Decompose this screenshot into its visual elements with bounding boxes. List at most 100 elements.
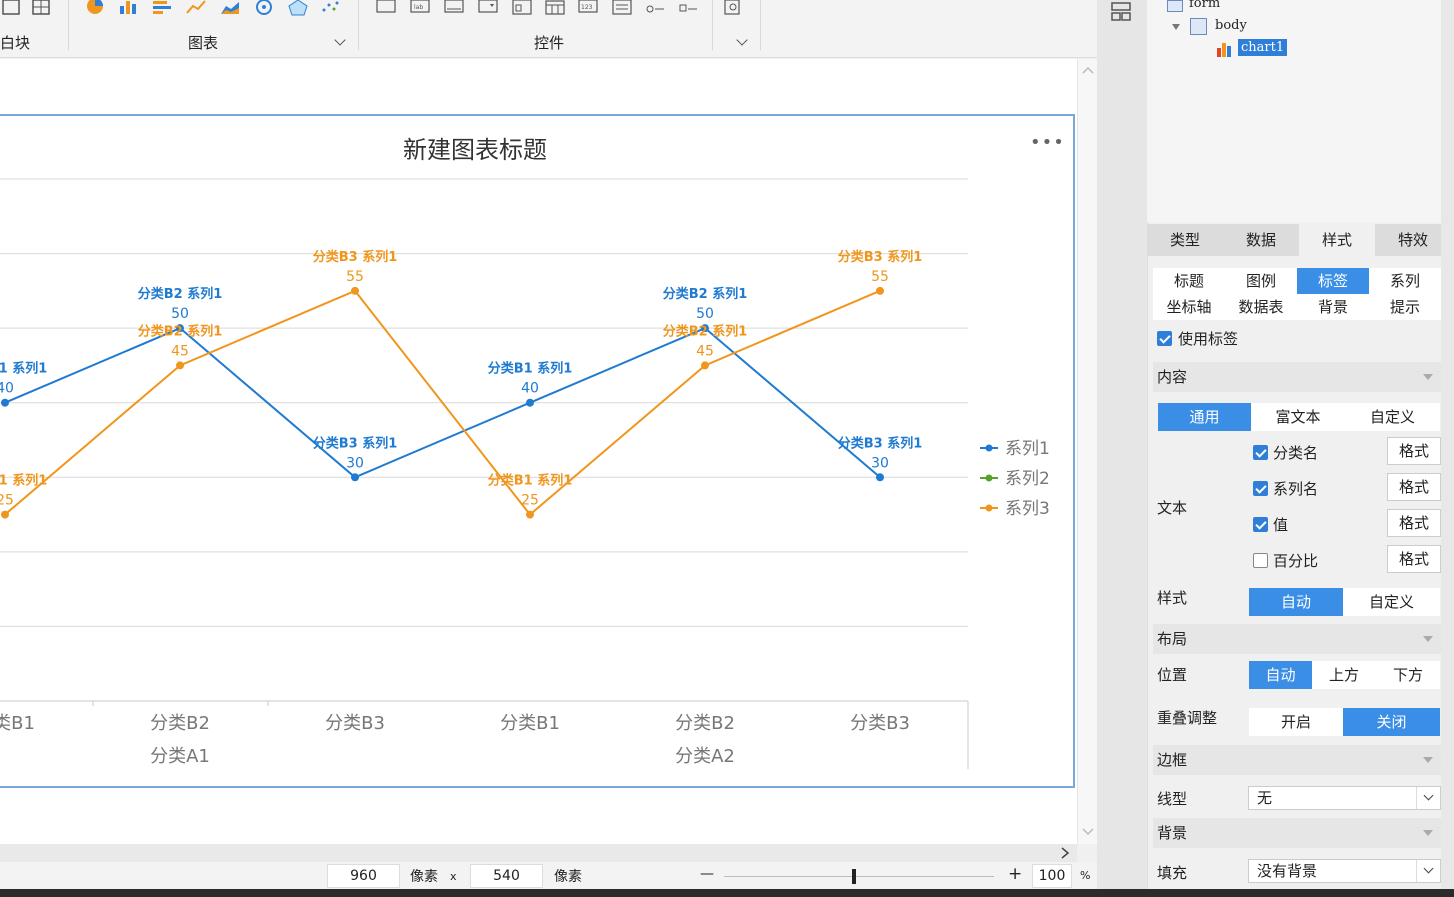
gauge-icon[interactable]	[254, 0, 274, 16]
value-checkbox[interactable]	[1253, 517, 1268, 532]
pie-chart-icon[interactable]	[85, 0, 105, 16]
linetype-select[interactable]: 无	[1248, 786, 1441, 810]
tab-data[interactable]: 数据	[1223, 224, 1299, 256]
tab-type[interactable]: 类型	[1147, 224, 1223, 256]
line-chart-icon[interactable]	[186, 0, 206, 16]
scroll-right-icon[interactable]	[1058, 846, 1072, 860]
tree-node-chart[interactable]: chart1	[1238, 39, 1288, 56]
panel-scrollbar[interactable]	[1441, 0, 1454, 889]
zoom-in-button[interactable]: +	[1008, 864, 1022, 884]
textbox-control-icon[interactable]	[444, 0, 464, 16]
overlap-off[interactable]: 关闭	[1343, 708, 1440, 736]
layout-icon[interactable]	[1111, 2, 1133, 22]
category-format-button[interactable]: 格式	[1387, 437, 1441, 465]
canvas-width-input[interactable]: 960	[327, 864, 400, 888]
fill-select[interactable]: 没有背景	[1248, 859, 1441, 883]
zoom-out-button[interactable]: —	[700, 866, 714, 882]
subtab-background[interactable]: 背景	[1297, 294, 1369, 320]
zoom-slider-handle[interactable]	[852, 869, 856, 884]
x-group-label: 分类A2	[675, 746, 735, 767]
subtab-tooltip[interactable]: 提示	[1369, 294, 1441, 320]
block-icon[interactable]	[2, 0, 22, 16]
section-layout[interactable]: 布局	[1153, 624, 1441, 654]
number-control-icon[interactable]: 123	[578, 0, 598, 16]
content-mode-richtext[interactable]: 富文本	[1251, 403, 1345, 431]
scroll-up-icon[interactable]	[1081, 65, 1095, 75]
chart-plot: 分类B1 分类B2 分类B3 分类B1 分类B2 分类B3 分类A1 分类A2 分类B1 系列1…	[0, 178, 1050, 769]
position-below[interactable]: 下方	[1376, 661, 1440, 689]
listbox-control-icon[interactable]	[512, 0, 532, 16]
radar-chart-icon[interactable]	[288, 0, 308, 16]
tab-effects[interactable]: 特效	[1375, 224, 1451, 256]
category-name-checkbox[interactable]	[1253, 445, 1268, 460]
collapse-arrow-icon[interactable]	[1171, 22, 1181, 32]
data-point	[1, 398, 9, 407]
style-mode-auto[interactable]: 自动	[1249, 588, 1343, 616]
scatter-chart-icon[interactable]	[320, 0, 340, 16]
series-name-checkbox[interactable]	[1253, 481, 1268, 496]
legend-entry: 系列2	[1005, 469, 1050, 489]
data-label: 分类B3 系列1	[838, 435, 923, 451]
data-point	[176, 361, 184, 370]
section-border[interactable]: 边框	[1153, 745, 1441, 775]
label-control-icon[interactable]	[376, 0, 396, 16]
combobox-control-icon[interactable]	[478, 0, 498, 16]
style-mode-custom[interactable]: 自定义	[1343, 588, 1440, 616]
series-format-button[interactable]: 格式	[1387, 473, 1441, 501]
section-background[interactable]: 背景	[1153, 818, 1441, 848]
zoom-input[interactable]: 100	[1032, 864, 1072, 888]
data-label: 分类B3 系列1	[313, 249, 398, 265]
subtab-series[interactable]: 系列	[1369, 268, 1441, 294]
textarea-control-icon[interactable]	[612, 0, 632, 16]
value-label: 值	[1273, 516, 1289, 534]
percent-checkbox[interactable]	[1253, 553, 1268, 568]
canvas-vertical-scrollbar[interactable]	[1077, 59, 1097, 844]
subtab-title[interactable]: 标题	[1153, 268, 1225, 294]
data-label: 分类B2 系列1	[138, 323, 223, 339]
area-chart-icon[interactable]	[220, 0, 240, 16]
toolbar-divider	[712, 0, 713, 50]
category-name-label: 分类名	[1273, 444, 1319, 462]
use-label-checkbox[interactable]	[1157, 331, 1172, 346]
data-value-label: 40	[521, 381, 539, 397]
subtab-label[interactable]: 标签	[1297, 268, 1369, 294]
section-content-label: 内容	[1157, 368, 1188, 386]
subtab-axis[interactable]: 坐标轴	[1153, 294, 1225, 320]
checkbox-control-icon[interactable]	[678, 0, 698, 16]
data-label: 分类B3 系列1	[313, 435, 398, 451]
scroll-down-icon[interactable]	[1081, 827, 1095, 837]
position-auto[interactable]: 自动	[1249, 661, 1312, 689]
collapse-icon	[1423, 636, 1433, 642]
date-control-icon[interactable]	[545, 0, 565, 16]
radio-control-icon[interactable]	[645, 0, 665, 16]
canvas-horizontal-scrollbar[interactable]	[0, 844, 1077, 862]
canvas-height-input[interactable]: 540	[470, 864, 543, 888]
data-label: 分类B2 系列1	[138, 286, 223, 302]
overlap-on[interactable]: 开启	[1249, 708, 1343, 736]
data-value-label: 30	[346, 455, 364, 471]
preview-icon[interactable]	[724, 0, 744, 16]
bar-chart-icon[interactable]	[118, 0, 138, 16]
subtab-legend[interactable]: 图例	[1225, 268, 1297, 294]
data-value-label: 25	[0, 493, 14, 509]
more-options-icon[interactable]: •••	[1030, 132, 1065, 153]
tab-style[interactable]: 样式	[1299, 224, 1375, 256]
section-content[interactable]: 内容	[1153, 362, 1441, 392]
content-mode-custom[interactable]: 自定义	[1345, 403, 1440, 431]
tree-node-form[interactable]: form	[1189, 0, 1220, 11]
data-point	[1, 510, 9, 519]
chart-group-expand-icon[interactable]	[334, 34, 346, 46]
tree-node-body[interactable]: body	[1215, 18, 1247, 33]
value-format-button[interactable]: 格式	[1387, 509, 1441, 537]
control-group-expand-icon[interactable]	[736, 34, 748, 46]
grid-block-icon[interactable]	[32, 0, 52, 16]
content-mode-general[interactable]: 通用	[1158, 403, 1251, 431]
data-value-label: 50	[696, 306, 714, 322]
zoom-unit-label: %	[1080, 869, 1091, 882]
percent-format-button[interactable]: 格式	[1387, 545, 1441, 573]
horizontal-bar-icon[interactable]	[152, 0, 172, 16]
lab-control-icon[interactable]: lab	[410, 0, 430, 16]
position-above[interactable]: 上方	[1312, 661, 1376, 689]
zoom-slider-track[interactable]	[724, 876, 994, 877]
subtab-datatable[interactable]: 数据表	[1225, 294, 1297, 320]
